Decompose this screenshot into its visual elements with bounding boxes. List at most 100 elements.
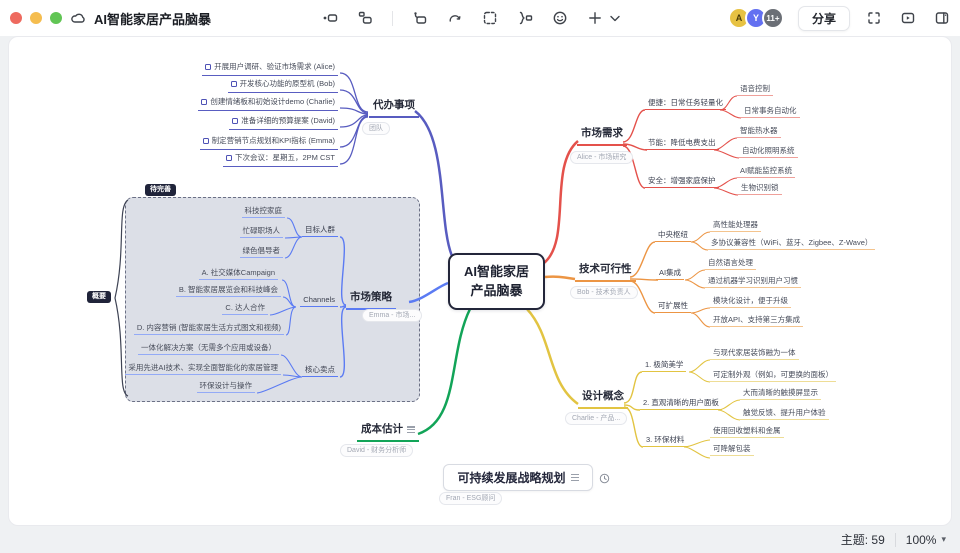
notes-icon[interactable] [407,425,415,435]
leaf-node[interactable]: 智能热水器 [737,126,781,139]
tag-sustain[interactable]: Fran - ESG顾问 [439,492,503,506]
node-ai-integration[interactable]: AI集成 [656,268,685,281]
tag-strategy[interactable]: Emma - 市场... [362,309,423,323]
share-button[interactable]: 分享 [797,5,850,31]
leaf-node[interactable]: 使用回收塑料和金属 [710,426,784,439]
collaborator-avatars: A Y 11+ [727,7,784,29]
leaf-node[interactable]: 开放API、支持第三方集成 [710,315,804,328]
node-convenience[interactable]: 便捷：日常任务轻量化 [645,98,726,111]
leaf-node[interactable]: 可定制外观（例如，可更换的面板） [710,370,836,383]
todo-item-label: 制定营销节点规划和KPI指标 (Emma) [211,136,335,145]
branch-design[interactable]: 设计概念 [578,390,628,409]
leaf-node[interactable]: 语音控制 [737,84,773,97]
todo-item-label: 创建情绪板和初始设计demo (Charlie) [210,97,335,106]
todo-item-label: 准备详细的预算提案 (David) [241,116,335,125]
node-central-hub[interactable]: 中央枢纽 [655,230,691,243]
fullscreen-icon[interactable] [866,10,882,26]
side-panel-icon[interactable] [934,10,950,26]
zoom-control[interactable]: 100% ▾ [906,533,946,547]
node-security[interactable]: 安全：增强家庭保护 [645,176,719,189]
node-energy-saving[interactable]: 节能：降低电费支出 [645,138,719,151]
leaf-node[interactable]: 可降解包装 [710,444,754,457]
group-badge[interactable]: 待完善 [145,184,176,197]
checkbox-icon[interactable] [202,137,209,144]
leaf-node[interactable]: 采用先进AI技术、实现全面智能化的家居管理 [125,363,281,376]
leaf-node[interactable]: 生物识别锁 [738,183,782,196]
branch-cost[interactable]: 成本估计 [357,423,419,442]
redo-icon[interactable] [447,10,463,26]
branch-demand[interactable]: 市场需求 [577,127,627,146]
tag-cost[interactable]: David - 财务分析师 [340,444,414,458]
close-button[interactable] [10,12,22,24]
tag-todo[interactable]: 团队 [362,122,390,136]
todo-item-label: 开发核心功能的原型机 (Bob) [239,79,335,88]
leaf-node[interactable]: B. 智能家居展览会和科技峰会 [175,285,281,298]
leaf-node[interactable]: C. 达人合作 [222,303,268,316]
relation-icon[interactable] [412,10,428,26]
checkbox-icon[interactable] [201,98,208,105]
leaf-node[interactable]: 日常事务自动化 [741,106,800,119]
leaf-node[interactable]: 通过机器学习识别用户习惯 [705,276,801,289]
todo-item[interactable]: 准备详细的预算提案 (David) [229,115,338,130]
leaf-node[interactable]: 科技控家庭 [241,206,285,219]
leaf-node[interactable]: 与现代家居装饰融为一体 [710,348,799,361]
leaf-node[interactable]: 自然语言处理 [705,258,756,271]
leaf-node[interactable]: 一体化解决方案（无需多个应用或设备） [138,343,279,356]
checkbox-icon[interactable] [225,154,232,161]
central-topic[interactable]: AI智能家居 产品脑暴 [448,253,545,310]
leaf-node[interactable]: D. 内容营销 (智能家居生活方式图文和视频) [133,323,284,336]
node-minimal-aesthetics[interactable]: 1. 极简美学 [642,360,687,373]
insert-icon[interactable] [587,10,603,26]
leaf-node[interactable]: 大而清晰的触摸屏显示 [740,388,821,401]
todo-item[interactable]: 开发核心功能的原型机 (Bob) [227,78,338,93]
avatar[interactable]: 11+ [761,7,784,29]
leaf-node[interactable]: 绿色倡导者 [239,246,283,259]
present-icon[interactable] [900,10,916,26]
leaf-node[interactable]: 忙碌职场人 [239,226,283,239]
leaf-node[interactable]: 环保设计与操作 [196,381,255,394]
leaf-node[interactable]: 自动化照明系统 [739,146,798,159]
node-selling-points[interactable]: 核心卖点 [302,365,338,378]
todo-item[interactable]: 创建情绪板和初始设计demo (Charlie) [198,96,338,111]
checkbox-icon[interactable] [230,80,237,87]
branch-strategy[interactable]: 市场策略 [346,291,396,310]
node-user-panel[interactable]: 2. 直观清晰的用户面板 [640,398,722,411]
tag-tech[interactable]: Bob - 技术负责人 [570,286,638,300]
branch-todo[interactable]: 代办事项 [369,99,419,118]
leaf-node[interactable]: 高性能处理器 [710,220,761,233]
emoji-icon[interactable] [552,10,568,26]
view-icon-group [866,10,950,26]
todo-item[interactable]: 下次会议：星期五，2PM CST [222,152,338,167]
leaf-node[interactable]: AI赋能监控系统 [737,166,796,179]
leaf-node[interactable]: 触觉反馈、提升用户体验 [740,408,829,421]
zoom-window-button[interactable] [50,12,62,24]
subtopic-icon[interactable] [357,10,373,26]
summary-icon[interactable] [517,10,533,26]
todo-item[interactable]: 开展用户调研、验证市场需求 (Alice) [202,61,338,76]
tag-demand[interactable]: Alice - 市场研究 [570,151,634,165]
branch-tech[interactable]: 技术可行性 [575,263,636,282]
summary-badge[interactable]: 概要 [87,291,111,304]
floating-topic-sustainability[interactable]: 可持续发展战略规划 [443,464,593,491]
zoom-level: 100% [905,532,937,547]
clock-icon[interactable] [599,471,610,484]
topic-icon[interactable] [322,10,338,26]
leaf-node[interactable]: 多协议兼容性（WiFi、蓝牙、Zigbee、Z-Wave） [708,238,876,251]
leaf-node[interactable]: A. 社交媒体Campaign [198,268,278,281]
node-audience[interactable]: 目标人群 [302,225,338,238]
chevron-down-icon[interactable] [607,10,620,26]
marquee-select-icon[interactable] [482,10,498,26]
minimize-button[interactable] [30,12,42,24]
checkbox-icon[interactable] [232,117,239,124]
document-title[interactable]: AI智能家居产品脑暴 [94,9,211,28]
tag-design[interactable]: Charlie - 产品... [565,412,628,426]
notes-icon[interactable] [570,473,579,483]
node-scalability[interactable]: 可扩展性 [655,301,691,314]
node-eco-materials[interactable]: 3. 环保材料 [643,435,688,448]
todo-item[interactable]: 制定营销节点规划和KPI指标 (Emma) [199,135,338,150]
toolbar-divider [392,10,393,26]
floating-topic-label: 可持续发展战略规划 [457,471,566,485]
checkbox-icon[interactable] [205,63,212,70]
leaf-node[interactable]: 模块化设计，便于升级 [710,296,791,309]
node-channels[interactable]: Channels [300,295,338,308]
